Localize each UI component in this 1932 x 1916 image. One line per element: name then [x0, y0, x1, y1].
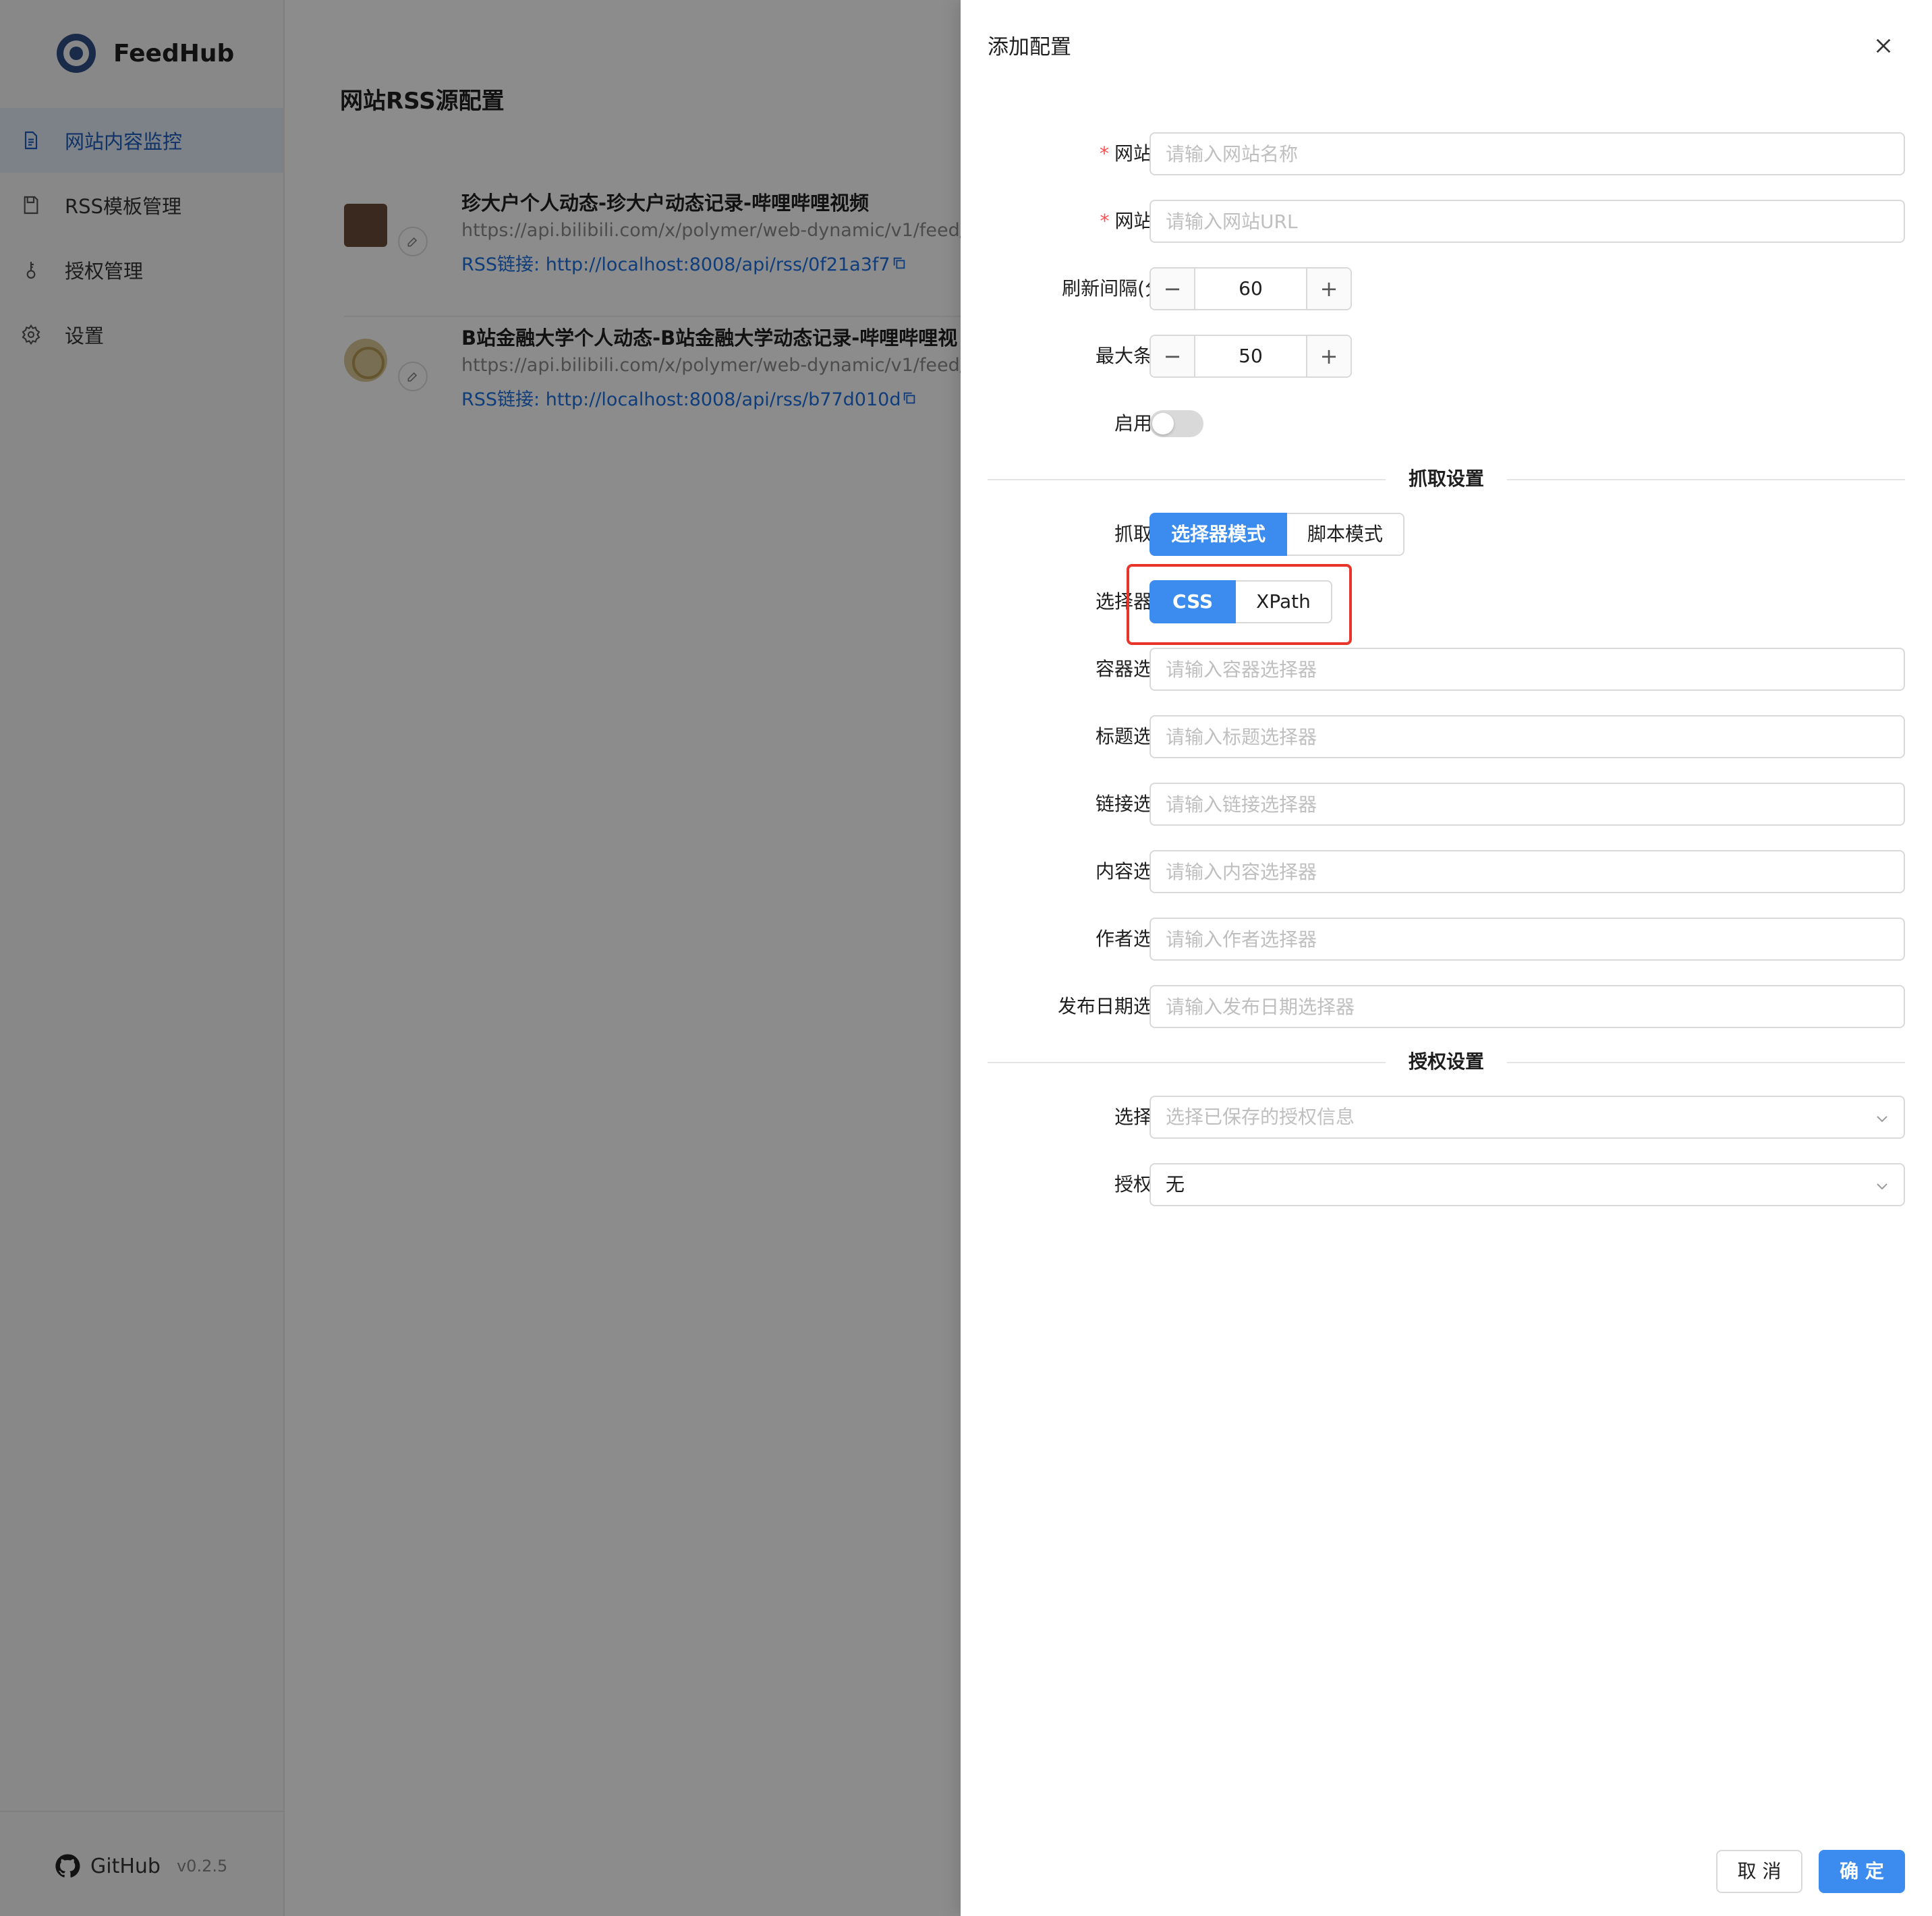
chevron-down-icon [1877, 1116, 1887, 1123]
form-row-refresh-interval: 刷新间隔(分钟) − 60 + [961, 267, 1932, 310]
decrement-button[interactable]: − [1151, 269, 1195, 309]
refresh-interval-value[interactable]: 60 [1195, 269, 1306, 309]
form-row-max-items: 最大条目数 − 50 + [961, 335, 1932, 378]
form-row-title-selector: 标题选择器 [961, 715, 1932, 758]
increment-button[interactable]: + [1306, 269, 1351, 309]
required-mark: * [1100, 210, 1110, 232]
author-selector-input[interactable] [1149, 918, 1905, 961]
form-row-date-selector: 发布日期选择器 [961, 985, 1932, 1028]
fetch-mode-segmented: 选择器模式 脚本模式 [1149, 513, 1405, 556]
site-url-input[interactable] [1149, 200, 1905, 243]
close-icon [1876, 38, 1891, 53]
proxy-toggle[interactable] [1149, 410, 1203, 437]
max-items-value[interactable]: 50 [1195, 336, 1306, 376]
add-config-drawer: 添加配置 *网站名称 *网站URL 刷新间隔(分钟) − 60 + 最大条目数 … [961, 0, 1932, 1916]
increment-button[interactable]: + [1306, 336, 1351, 376]
chevron-down-icon [1877, 1183, 1887, 1190]
app-root: FeedHub 网站内容监控 RSS模板管理 授权管理 设置 GitHub v0… [0, 0, 1932, 1916]
fetch-settings-divider: 抓取设置 [988, 466, 1905, 492]
auth-settings-divider: 授权设置 [988, 1048, 1905, 1075]
auth-method-dropdown[interactable]: 无 [1149, 1163, 1905, 1206]
form-row-auth-method: 授权方式 无 [961, 1163, 1932, 1206]
form-row-select-auth: 选择授权 选择已保存的授权信息 [961, 1096, 1932, 1139]
container-selector-input[interactable] [1149, 648, 1905, 691]
content-selector-input[interactable] [1149, 850, 1905, 893]
modal-mask[interactable] [0, 0, 961, 1916]
form-row-selector-type: 选择器类型 CSS XPath [961, 580, 1932, 623]
max-items-stepper: − 50 + [1149, 335, 1352, 378]
fetch-settings-title: 抓取设置 [1408, 468, 1484, 490]
refresh-interval-stepper: − 60 + [1149, 267, 1352, 310]
selector-mode-button[interactable]: 选择器模式 [1149, 513, 1288, 556]
select-auth-dropdown[interactable]: 选择已保存的授权信息 [1149, 1096, 1905, 1139]
cancel-button[interactable]: 取 消 [1716, 1850, 1802, 1893]
title-selector-input[interactable] [1149, 715, 1905, 758]
form-row-site-url: *网站URL [961, 200, 1932, 243]
drawer-title: 添加配置 [988, 35, 1071, 59]
form-row-container-selector: 容器选择器 [961, 648, 1932, 691]
decrement-button[interactable]: − [1151, 336, 1195, 376]
form-row-link-selector: 链接选择器 [961, 783, 1932, 826]
script-mode-button[interactable]: 脚本模式 [1287, 513, 1405, 556]
required-mark: * [1099, 142, 1109, 165]
form-row-author-selector: 作者选择器 [961, 918, 1932, 961]
confirm-button[interactable]: 确 定 [1819, 1850, 1905, 1893]
auth-settings-title: 授权设置 [1408, 1050, 1484, 1073]
close-button[interactable] [1870, 32, 1897, 59]
form-row-content-selector: 内容选择器 [961, 850, 1932, 893]
site-name-input[interactable] [1149, 132, 1905, 175]
form-row-site-name: *网站名称 [961, 132, 1932, 175]
select-auth-placeholder: 选择已保存的授权信息 [1166, 1106, 1355, 1128]
form-row-fetch-mode: 抓取模式 选择器模式 脚本模式 [961, 513, 1932, 556]
annotation-highlight-box [1127, 564, 1352, 645]
auth-method-value: 无 [1166, 1173, 1185, 1195]
date-selector-input[interactable] [1149, 985, 1905, 1028]
link-selector-input[interactable] [1149, 783, 1905, 826]
form-row-proxy: 启用代理 [961, 402, 1932, 445]
